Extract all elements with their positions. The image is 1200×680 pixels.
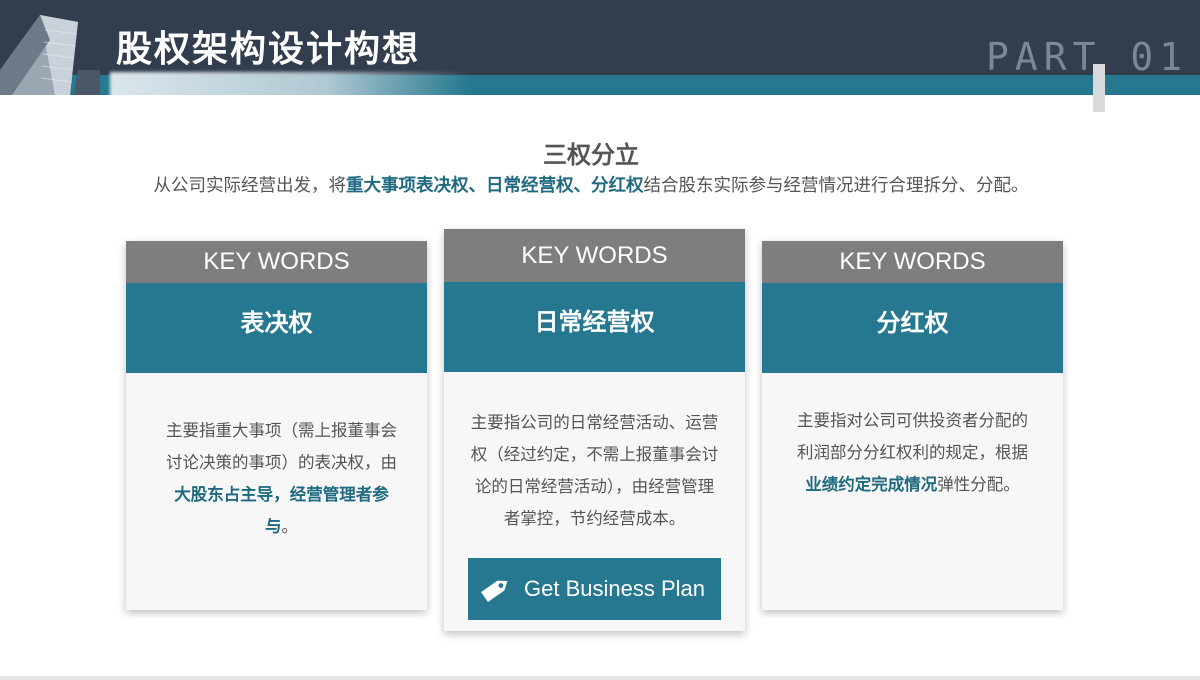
card-body: 主要指重大事项（需上报董事会讨论决策的事项）的表决权，由大股东占主导，经营管理者…: [126, 415, 427, 543]
card-body: 主要指公司的日常经营活动、运营权（经过约定，不需上报董事会讨论的日常经营活动），…: [470, 413, 719, 528]
desc-text-post: 结合股东实际参与经营情况进行合理拆分、分配。: [643, 176, 1029, 196]
page-title: 股权架构设计构想: [116, 29, 421, 70]
card-heading: 表决权: [126, 283, 427, 373]
building-icon: [0, 15, 100, 95]
desc-text-pre: 从公司实际经营出发，将: [153, 176, 347, 196]
card-heading: 日常经营权: [444, 282, 745, 372]
card-operating-rights: KEY WORDS 日常经营权 主要指公司的日常经营活动、运营权（经过约定，不需…: [444, 229, 745, 631]
section-description: 从公司实际经营出发，将重大事项表决权、日常经营权、分红权结合股东实际参与经营情况…: [0, 172, 1182, 197]
card-body-text-end: 。: [281, 517, 299, 536]
part-accent-bar: [1093, 64, 1105, 112]
card-keywords-label: KEY WORDS: [126, 241, 427, 283]
card-voting-rights: KEY WORDS 表决权 主要指重大事项（需上报董事会讨论决策的事项）的表决权…: [126, 241, 427, 610]
card-body-text: 主要指对公司可供投资者分配的利润部分分红权利的规定，根据: [797, 411, 1028, 462]
card-heading: 分红权: [762, 283, 1063, 373]
section-title: 三权分立: [543, 141, 639, 169]
price-tag-icon: [470, 558, 522, 620]
card-body-text: 主要指重大事项（需上报董事会讨论决策的事项）的表决权，由: [166, 421, 397, 472]
card-body-highlight: 业绩约定完成情况: [805, 475, 938, 494]
get-business-plan-button[interactable]: Get Business Plan: [468, 558, 721, 620]
cta-label: Get Business Plan: [524, 576, 705, 601]
card-keywords-label: KEY WORDS: [762, 241, 1063, 283]
card-keywords-label: KEY WORDS: [444, 229, 745, 282]
header-title-underlay: [110, 72, 470, 95]
card-body: 主要指对公司可供投资者分配的利润部分分红权利的规定，根据业绩约定完成情况弹性分配…: [762, 405, 1063, 501]
bottom-divider: [0, 676, 1200, 680]
desc-highlight: 重大事项表决权、日常经营权、分红权: [346, 176, 644, 196]
card-dividend-rights: KEY WORDS 分红权 主要指对公司可供投资者分配的利润部分分红权利的规定，…: [762, 241, 1063, 610]
card-body-text-end: 弹性分配。: [937, 475, 1020, 494]
part-label: PART 01: [986, 35, 1189, 79]
